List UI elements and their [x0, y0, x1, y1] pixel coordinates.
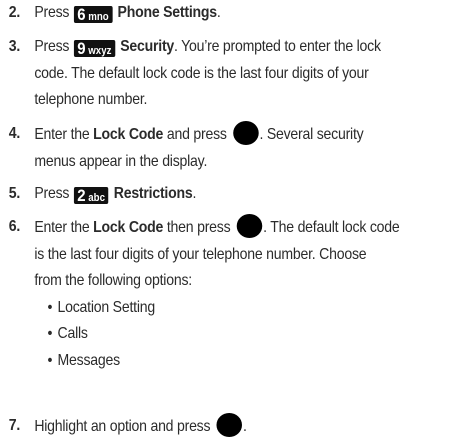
- manual-page: 2. Press 6 mno Phone Settings. 3. Press 9w…: [0, 0, 472, 446]
- key-9-wxyz-icon: 9 wxyz: [73, 40, 115, 57]
- ok-button-icon: [233, 121, 259, 145]
- list-item: • Messages: [47, 351, 121, 369]
- menu-item-restrictions: Restrictions: [113, 185, 193, 202]
- step-number: 2.: [8, 4, 21, 21]
- step-text: Press 9 wxyz Security. You’re prompted to …: [34, 38, 381, 108]
- key-2-abc-icon: 2 abc: [73, 187, 109, 204]
- list-item: • Calls: [47, 325, 88, 342]
- step-number: 3.: [8, 38, 21, 55]
- step-text: Enter the Lock Code and press . Several …: [34, 121, 448, 175]
- lock-code-label: Lock Code: [93, 219, 164, 236]
- ok-button-icon: [216, 413, 243, 437]
- menu-item-security: Security: [120, 38, 175, 55]
- step-number: 4.: [8, 125, 21, 142]
- step-number: 5.: [8, 185, 21, 202]
- ok-button-icon: [236, 214, 263, 238]
- lock-code-label: Lock Code: [93, 126, 164, 143]
- step-number: 6.: [8, 218, 21, 235]
- step-text: Enter the Lock Code then press . The def…: [34, 214, 448, 374]
- menu-item-phone-settings: Phone Settings: [117, 4, 218, 21]
- step-number: 7.: [8, 417, 21, 434]
- step-text: Highlight an option and press .: [34, 413, 448, 441]
- key-6-mno-icon: 6 mno: [73, 6, 113, 23]
- step-text: Press 6 mno Phone Settings.: [34, 4, 221, 24]
- step-text: Press 2 abc Restrictions.: [34, 185, 197, 205]
- list-item: • Location Setting: [47, 298, 156, 316]
